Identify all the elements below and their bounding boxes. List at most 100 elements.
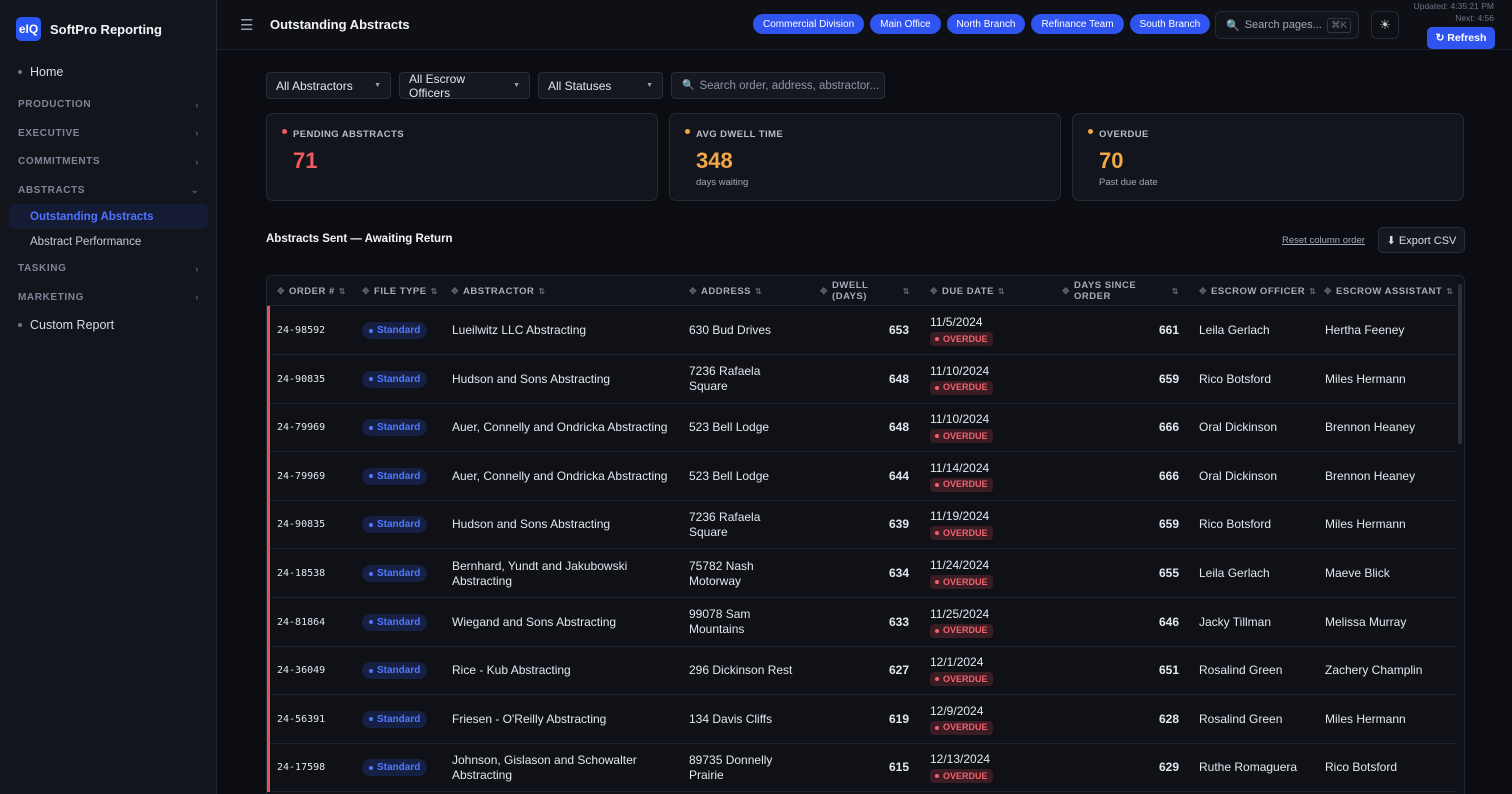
status-dot: [685, 129, 690, 134]
table-row[interactable]: 24-36049 Standard Rice - Kub Abstracting 29…: [267, 646, 1457, 696]
drag-handle-icon[interactable]: ✥: [451, 286, 459, 297]
sort-icon[interactable]: ⇅: [1446, 287, 1453, 296]
refresh-button[interactable]: ↻ Refresh: [1427, 27, 1495, 49]
column-header-file-type[interactable]: ✥ FILE TYPE ⇅: [362, 276, 447, 306]
column-header-due-date[interactable]: ✥ DUE DATE ⇅: [930, 276, 1055, 306]
table-row[interactable]: 24-90835 Standard Hudson and Sons Abstract…: [267, 500, 1457, 550]
cell-abstractor: Auer, Connelly and Ondricka Abstracting: [452, 403, 682, 452]
cell-text: Auer, Connelly and Ondricka Abstracting: [452, 468, 668, 483]
chip-main-office[interactable]: Main Office: [870, 14, 941, 34]
overdue-indicator-bar: [267, 694, 270, 744]
cell-text: 659: [1158, 517, 1179, 532]
table-row[interactable]: 24-17598 Standard Johnson, Gislason and Sc…: [267, 743, 1457, 793]
sidebar-item-home[interactable]: Home: [0, 62, 217, 82]
table-row[interactable]: 24-18538 Standard Bernhard, Yundt and Jaku…: [267, 549, 1457, 598]
sort-icon[interactable]: ⇅: [538, 287, 545, 296]
kpi-label: OVERDUE: [1099, 129, 1149, 140]
table-row[interactable]: 24-90835 Standard Hudson and Sons Abstract…: [267, 354, 1457, 404]
brand[interactable]: eIQ SoftPro Reporting: [16, 17, 162, 41]
cell-text: Miles Hermann: [1325, 517, 1406, 532]
chip-north-branch[interactable]: North Branch: [946, 14, 1026, 34]
sort-icon[interactable]: ⇅: [755, 287, 762, 296]
sidebar-section-production[interactable]: PRODUCTION ›: [0, 90, 217, 119]
cell-text: 615: [888, 760, 909, 775]
sort-icon[interactable]: ⇅: [998, 287, 1005, 296]
escrow-officer-select[interactable]: All Escrow Officers ▼: [399, 72, 530, 100]
sidebar-section-tasking[interactable]: TASKING ›: [0, 254, 217, 283]
status-select[interactable]: All Statuses ▼: [538, 72, 663, 99]
table-row[interactable]: 24-56391 Standard Friesen - O'Reilly Abstr…: [267, 694, 1457, 744]
badge-dot-icon: [369, 571, 373, 576]
hamburger-menu-icon[interactable]: ☰: [240, 16, 253, 34]
column-header-escrow-officer[interactable]: ✥ ESCROW OFFICER ⇅: [1199, 276, 1319, 306]
drag-handle-icon[interactable]: ✥: [689, 286, 697, 297]
badge-label: OVERDUE: [943, 333, 988, 344]
drag-handle-icon[interactable]: ✥: [1199, 286, 1207, 297]
sort-icon[interactable]: ⇅: [431, 287, 438, 296]
cell-address: 89735 Donnelly Prairie: [689, 743, 799, 792]
badge-dot-icon: [369, 620, 373, 625]
column-header-address[interactable]: ✥ ADDRESS ⇅: [689, 276, 814, 306]
cell-text: Hudson and Sons Abstracting: [452, 371, 611, 386]
chip-commercial-division[interactable]: Commercial Division: [753, 14, 865, 34]
sidebar-section-commitments[interactable]: COMMITMENTS ›: [0, 147, 217, 176]
overdue-badge: OVERDUE: [930, 429, 993, 444]
column-header-order[interactable]: ✥ ORDER # ⇅: [277, 276, 357, 306]
overdue-badge: OVERDUE: [930, 672, 993, 687]
reset-column-order-link[interactable]: Reset column order: [1282, 235, 1365, 246]
drag-handle-icon[interactable]: ✥: [1324, 286, 1332, 297]
table-row[interactable]: 24-81864 Standard Wiegand and Sons Abstrac…: [267, 597, 1457, 647]
drag-handle-icon[interactable]: ✥: [1062, 286, 1070, 297]
theme-toggle-button[interactable]: ☀: [1371, 11, 1399, 39]
table-row[interactable]: 24-79969 Standard Auer, Connelly and Ondri…: [267, 451, 1457, 501]
cell-due-date: 12/13/2024 OVERDUE: [930, 743, 1040, 792]
sidebar-section-executive[interactable]: EXECUTIVE ›: [0, 119, 217, 147]
column-header-abstractor[interactable]: ✥ ABSTRACTOR ⇅: [451, 276, 681, 306]
updated-time: Updated: 4:35:21 PM: [1413, 1, 1494, 11]
sidebar-section-marketing[interactable]: MARKETING ›: [0, 283, 217, 311]
cell-order: 24-56391: [277, 695, 347, 744]
sort-icon[interactable]: ⇅: [1172, 287, 1179, 296]
order-search-input[interactable]: 🔍 Search order, address, abstractor...: [671, 72, 885, 99]
badge-label: OVERDUE: [943, 673, 988, 684]
drag-handle-icon[interactable]: ✥: [277, 286, 285, 297]
column-header-dwell-days[interactable]: ✥ DWELL (DAYS) ⇅: [820, 276, 910, 306]
cell-escrow-officer: Oral Dickinson: [1199, 403, 1319, 452]
due-date-text: 11/14/2024: [930, 460, 990, 475]
sidebar-section-abstracts[interactable]: ABSTRACTS ⌄: [0, 176, 217, 204]
badge-dot-icon: [369, 765, 373, 770]
table-row[interactable]: 24-98592 Standard Lueilwitz LLC Abstractin…: [267, 306, 1457, 355]
cell-text: 644: [888, 468, 909, 483]
sort-icon[interactable]: ⇅: [1309, 287, 1316, 296]
cell-escrow-officer: Jacky Tillman: [1199, 598, 1319, 647]
cell-file-type: Standard: [362, 355, 442, 404]
column-header-days-since-order[interactable]: ✥ DAYS SINCE ORDER ⇅: [1062, 276, 1179, 306]
column-label: ESCROW ASSISTANT: [1336, 285, 1443, 297]
bullet-icon: [18, 323, 22, 327]
kpi-value: 70: [1099, 148, 1124, 173]
drag-handle-icon[interactable]: ✥: [362, 286, 370, 297]
cell-escrow-assistant: Zachery Champlin: [1325, 646, 1455, 695]
cell-days-since-order: 651: [1087, 646, 1179, 695]
export-csv-button[interactable]: ⬇ Export CSV: [1378, 227, 1465, 253]
abstractor-select[interactable]: All Abstractors ▼: [266, 72, 391, 99]
drag-handle-icon[interactable]: ✥: [930, 286, 938, 297]
cell-days-since-order: 661: [1087, 306, 1179, 355]
table-scrollbar[interactable]: [1458, 284, 1462, 444]
column-header-escrow-assistant[interactable]: ✥ ESCROW ASSISTANT ⇅: [1324, 276, 1454, 306]
sidebar-item-outstanding-abstracts[interactable]: Outstanding Abstracts: [9, 204, 208, 229]
sort-icon[interactable]: ⇅: [339, 287, 346, 296]
chip-south-branch[interactable]: South Branch: [1129, 14, 1211, 34]
page-search-input[interactable]: 🔍 Search pages... ⌘K: [1215, 11, 1359, 39]
cell-text: 627: [888, 663, 909, 678]
column-label: DWELL (DAYS): [832, 280, 869, 302]
cell-file-type: Standard: [362, 646, 442, 695]
sort-icon[interactable]: ⇅: [903, 287, 910, 296]
cell-escrow-officer: Leila Gerlach: [1199, 549, 1319, 598]
table-row[interactable]: 24-79969 Standard Auer, Connelly and Ondri…: [267, 403, 1457, 453]
sidebar-item-custom-report[interactable]: Custom Report: [0, 315, 217, 335]
chip-refinance-team[interactable]: Refinance Team: [1031, 14, 1124, 34]
drag-handle-icon[interactable]: ✥: [820, 286, 828, 297]
badge-label: OVERDUE: [943, 382, 988, 393]
sidebar-item-abstract-performance[interactable]: Abstract Performance: [9, 229, 208, 254]
